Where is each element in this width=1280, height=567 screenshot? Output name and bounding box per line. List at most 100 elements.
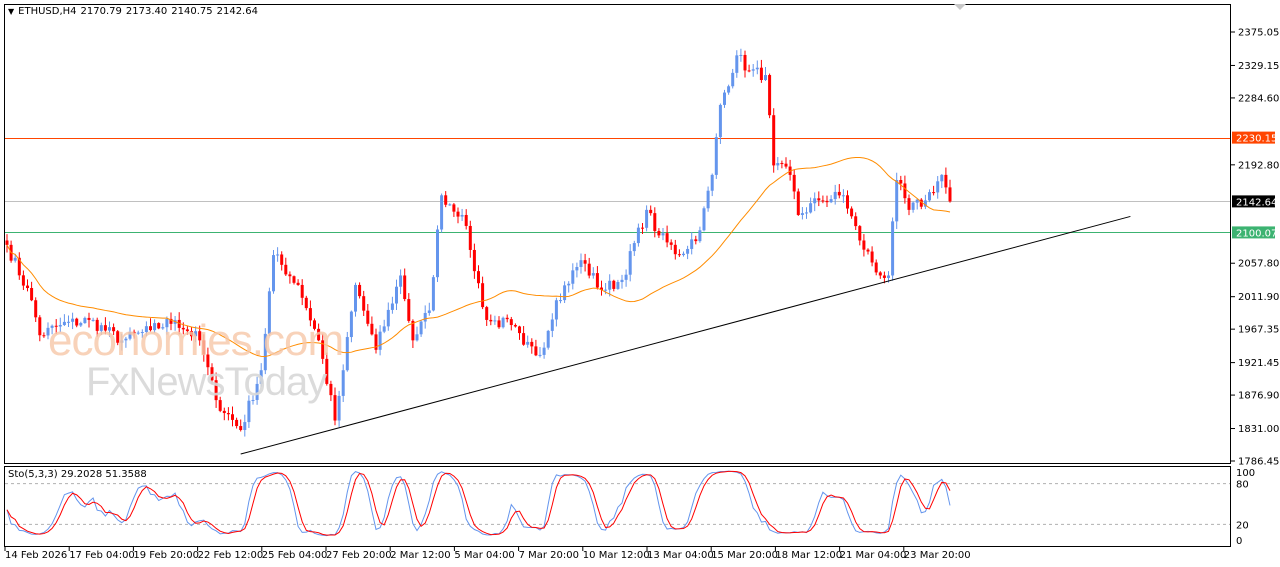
candle-body bbox=[583, 260, 587, 264]
x-tick-label: 10 Mar 12:00 bbox=[583, 550, 650, 561]
candle-body bbox=[300, 284, 304, 298]
candle-body bbox=[895, 179, 899, 222]
candle-body bbox=[792, 174, 796, 192]
candle-body bbox=[841, 195, 845, 197]
candle-body bbox=[755, 67, 759, 70]
candle-body bbox=[874, 262, 878, 273]
candle-body bbox=[464, 214, 468, 226]
symbol-label: ETHUSD,H4 bbox=[18, 6, 77, 17]
candle-body bbox=[522, 333, 526, 345]
stochastic-axis-label: 100 bbox=[1236, 468, 1255, 479]
candle-body bbox=[858, 226, 862, 241]
stochastic-axis-label: 20 bbox=[1236, 520, 1249, 531]
candle-body bbox=[632, 243, 636, 252]
candle-body bbox=[911, 202, 915, 210]
candle-body bbox=[636, 227, 640, 244]
candle-body bbox=[854, 216, 858, 227]
candle-body bbox=[604, 289, 608, 291]
candle-body bbox=[493, 320, 497, 322]
candle-body bbox=[800, 213, 804, 215]
candle-body bbox=[825, 200, 829, 203]
candle-body bbox=[288, 274, 292, 277]
candle-body bbox=[304, 297, 308, 309]
candle-body bbox=[534, 346, 538, 356]
candle-body bbox=[239, 426, 243, 430]
candle bbox=[345, 331, 349, 372]
candle-body bbox=[809, 203, 813, 213]
candle-body bbox=[509, 319, 513, 326]
candle-body bbox=[530, 341, 534, 347]
candle-body bbox=[579, 260, 583, 267]
candle bbox=[440, 193, 444, 233]
candle-body bbox=[866, 249, 870, 252]
dropdown-triangle-icon[interactable]: ▼ bbox=[8, 7, 14, 16]
candle-body bbox=[833, 191, 837, 200]
candle-body bbox=[559, 300, 562, 302]
candle-body bbox=[706, 190, 710, 209]
price-tag-label: 2100.07 bbox=[1236, 228, 1277, 239]
candle-body bbox=[944, 174, 948, 188]
candle-body bbox=[735, 55, 739, 73]
candle-body bbox=[460, 214, 464, 217]
high-value: 2173.40 bbox=[125, 6, 168, 17]
candle-body bbox=[296, 282, 300, 285]
candle-body bbox=[395, 286, 398, 304]
candle-body bbox=[526, 341, 530, 345]
candle-body bbox=[862, 240, 866, 250]
close-value: 2142.64 bbox=[216, 6, 258, 17]
candle-body bbox=[710, 174, 714, 191]
candle-body bbox=[546, 330, 550, 348]
candle-body bbox=[34, 300, 38, 318]
candle-body bbox=[591, 273, 595, 276]
candle-body bbox=[382, 326, 386, 332]
x-tick-label: 17 Feb 04:00 bbox=[69, 550, 135, 561]
candle-body bbox=[431, 277, 435, 311]
x-tick-label: 19 Feb 20:00 bbox=[133, 550, 199, 561]
watermark-economies: economies.com bbox=[48, 316, 344, 365]
candle-body bbox=[702, 208, 706, 231]
candle-body bbox=[427, 310, 431, 313]
price-tag-label: 2142.64 bbox=[1236, 197, 1277, 208]
candle-body bbox=[587, 263, 591, 276]
candle-body bbox=[903, 183, 907, 199]
candle bbox=[768, 73, 772, 119]
x-tick-label: 22 Feb 12:00 bbox=[198, 550, 264, 561]
y-tick-label: 2192.80 bbox=[1238, 160, 1279, 171]
candle-body bbox=[444, 195, 448, 205]
candle-body bbox=[485, 307, 489, 320]
candle-body bbox=[362, 296, 366, 311]
candle-body bbox=[616, 282, 620, 289]
candle-body bbox=[780, 163, 784, 165]
candle-body bbox=[38, 317, 42, 336]
candle-body bbox=[489, 319, 493, 322]
chart-header: ▼ ETHUSD,H4 2170.79 2173.40 2140.75 2142… bbox=[8, 6, 258, 17]
candle-body bbox=[723, 92, 726, 105]
candle-body bbox=[821, 200, 825, 202]
y-tick-label: 2057.80 bbox=[1238, 259, 1279, 270]
candle-body bbox=[686, 248, 690, 254]
candle-body bbox=[329, 383, 333, 396]
candle-body bbox=[698, 230, 702, 242]
candle-body bbox=[595, 273, 599, 288]
candle-body bbox=[837, 191, 841, 196]
candle-body bbox=[477, 271, 480, 284]
stochastic-label: Sto(5,3,3) 29.2028 51.3588 bbox=[8, 469, 147, 480]
candle-body bbox=[292, 276, 296, 283]
candle-body bbox=[452, 204, 456, 212]
candle-body bbox=[276, 254, 280, 256]
candle-body bbox=[390, 303, 394, 310]
candle-body bbox=[887, 275, 890, 278]
chart-canvas[interactable]: 10080 20 0 2375.05 2329.15 2284.60 2192.80 205… bbox=[0, 0, 1280, 567]
candle-body bbox=[378, 331, 382, 350]
y-tick-label: 2011.90 bbox=[1238, 292, 1279, 303]
candle-body bbox=[542, 347, 546, 355]
candle-body bbox=[333, 395, 337, 421]
x-tick-label: 2 Mar 12:00 bbox=[390, 550, 450, 561]
candle-body bbox=[665, 233, 669, 243]
x-tick-label: 21 Mar 04:00 bbox=[840, 550, 907, 561]
candle-body bbox=[13, 257, 17, 261]
candle-body bbox=[747, 70, 751, 72]
candle-body bbox=[21, 275, 25, 286]
candle bbox=[772, 108, 776, 173]
open-value: 2170.79 bbox=[80, 6, 122, 17]
